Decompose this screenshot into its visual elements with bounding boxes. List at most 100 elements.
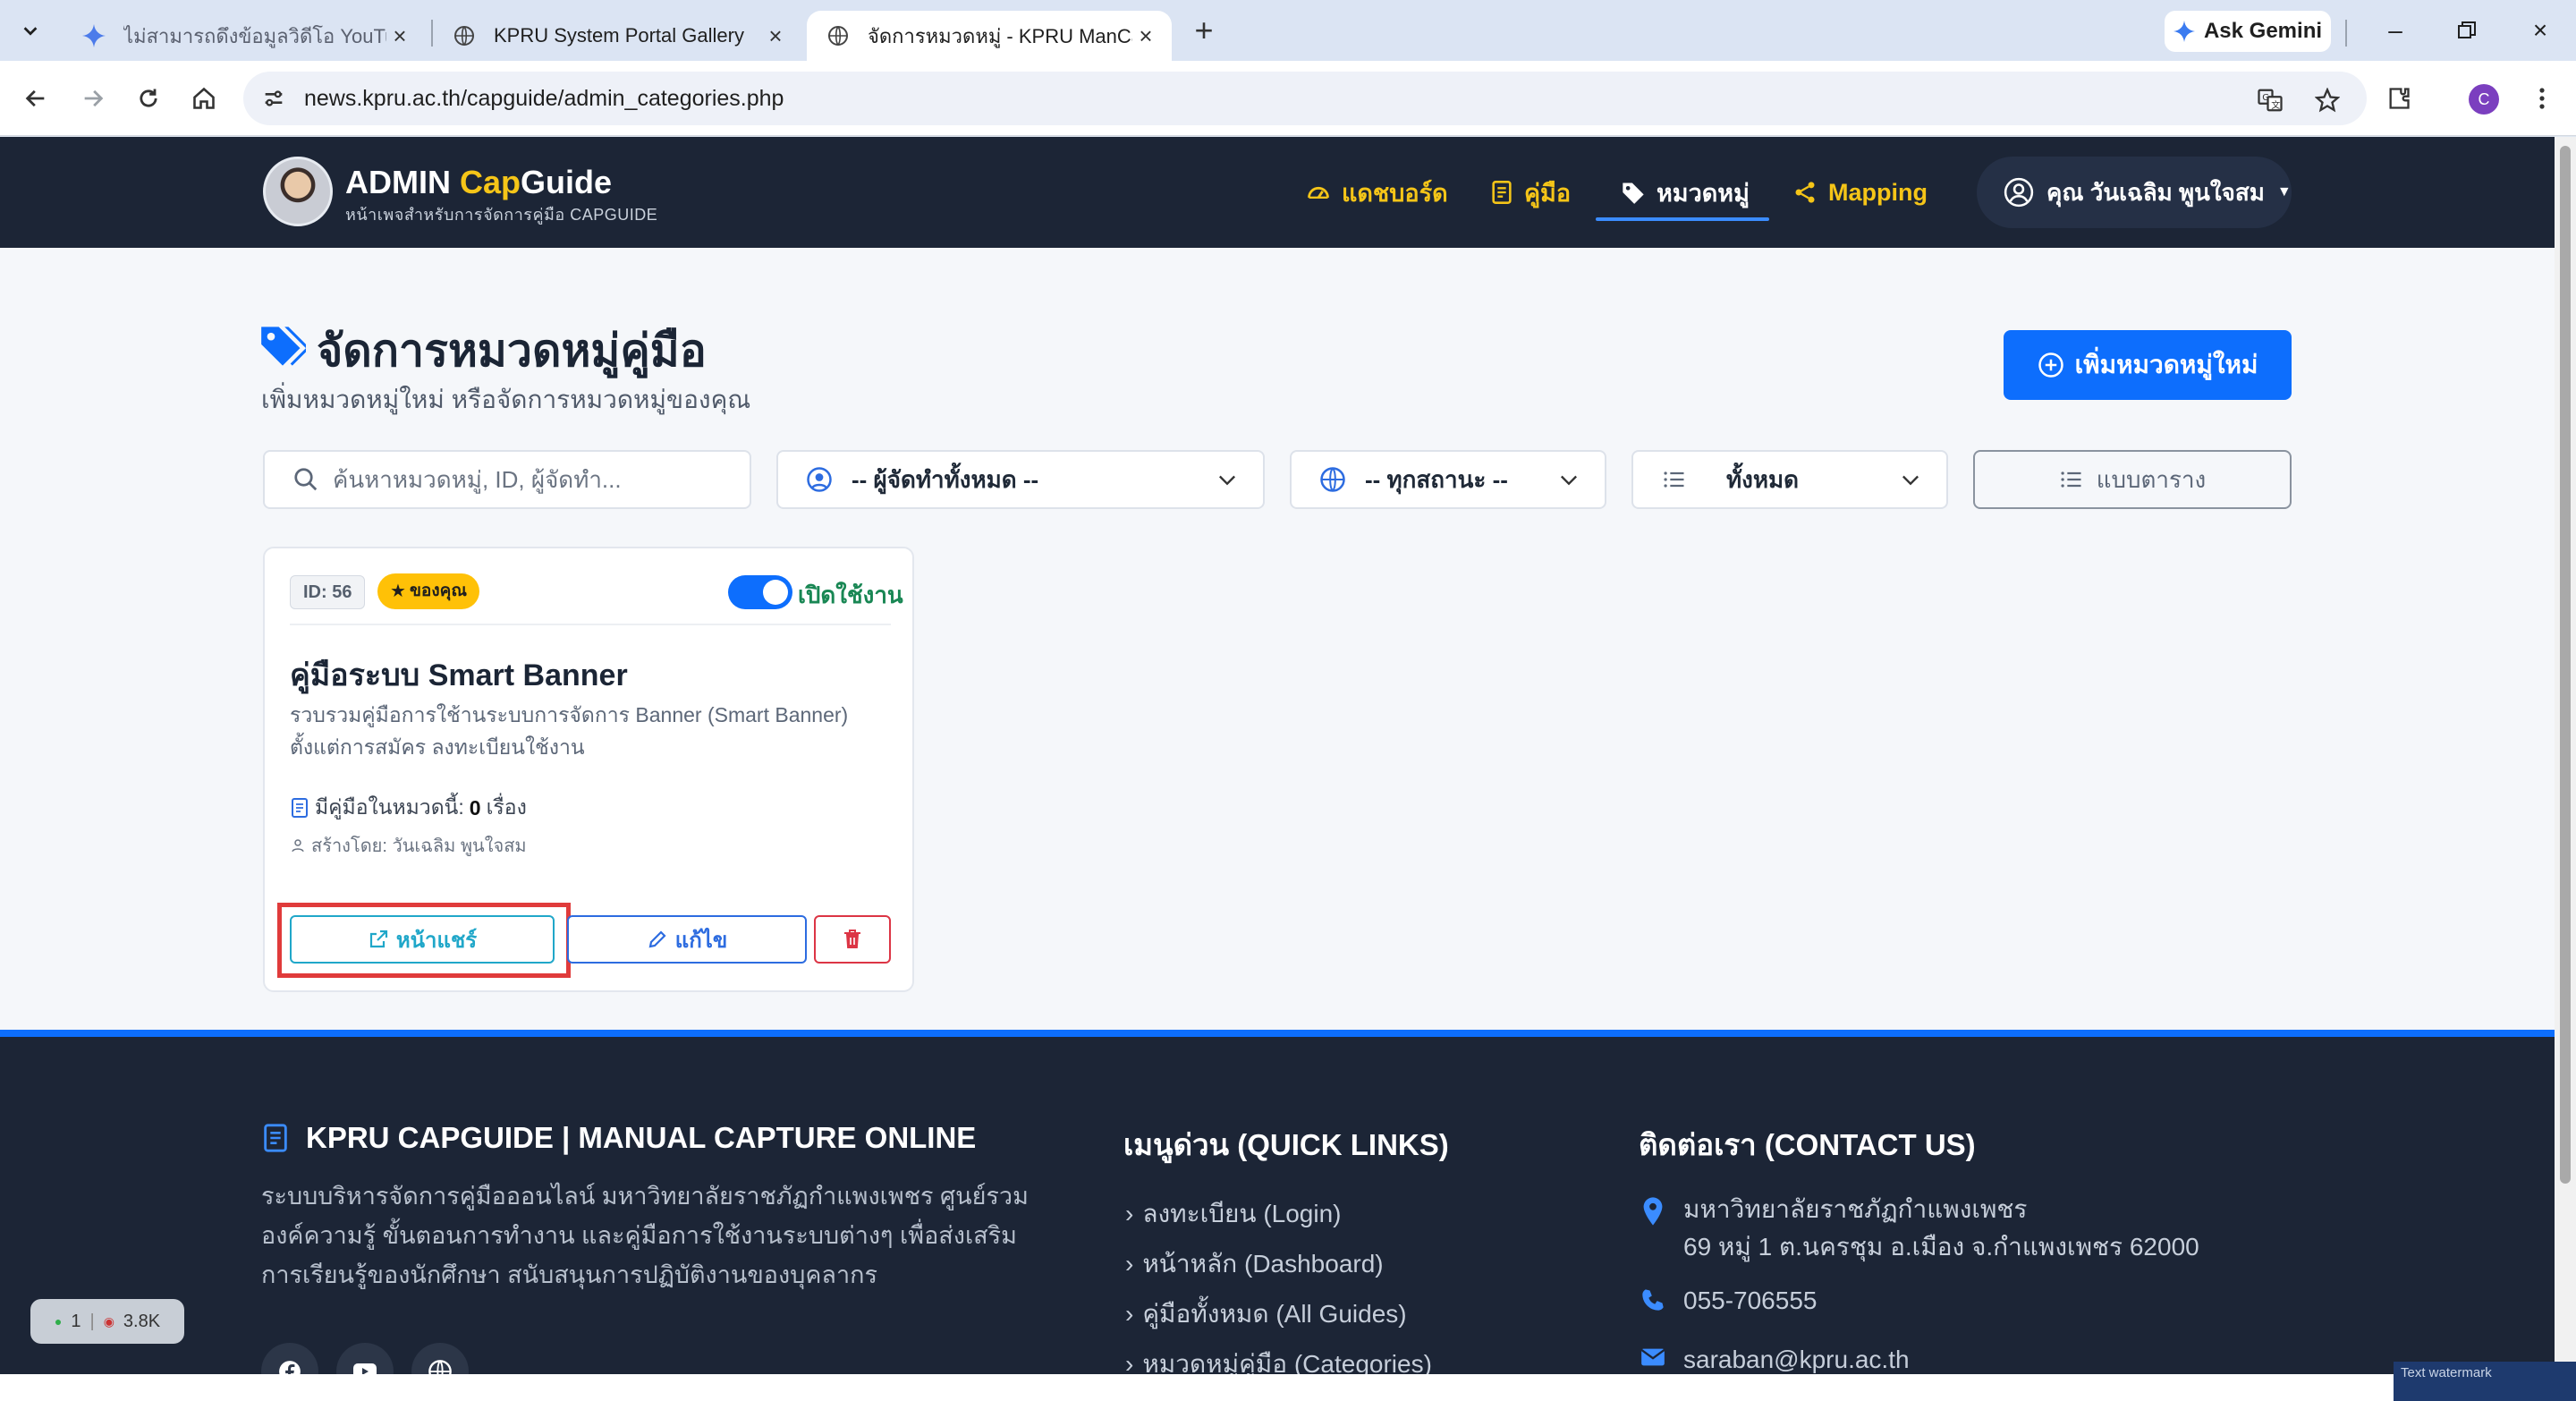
tab-title: ไม่สามารถดึงข้อมูลวิดีโอ YouTube - <box>123 24 386 47</box>
views-eye-icon: ◉ <box>103 1313 114 1329</box>
close-tab-icon[interactable]: × <box>386 22 413 49</box>
star-icon: ★ <box>390 582 406 601</box>
footer-about-title-text: KPRU CAPGUIDE | MANUAL CAPTURE ONLINE <box>306 1121 977 1154</box>
edit-button[interactable]: แก้ไข <box>567 915 807 964</box>
close-tab-icon[interactable]: × <box>762 22 789 49</box>
nav-manuals[interactable]: คู่มือ <box>1490 137 1571 248</box>
footer-link-dashboard[interactable]: › หน้าหลัก (Dashboard) <box>1125 1244 1384 1284</box>
restore-icon[interactable] <box>2447 13 2487 48</box>
globe-icon <box>453 24 476 47</box>
address-line-2: 69 หมู่ 1 ต.นครชุม อ.เมือง จ.กำแพงเพชร 6… <box>1683 1233 2199 1261</box>
share-page-label: หน้าแชร์ <box>395 928 478 953</box>
globe-icon <box>1318 465 1347 494</box>
envelope-icon <box>1639 1341 1667 1379</box>
footer-contact-title: ติดต่อเรา (CONTACT US) <box>1639 1128 1976 1161</box>
chevron-right-icon: › <box>1125 1200 1134 1227</box>
share-page-button[interactable]: หน้าแชร์ <box>290 915 555 964</box>
site-info-icon[interactable] <box>261 86 286 111</box>
profile-avatar[interactable]: C <box>2469 84 2499 115</box>
category-title: คู่มือระบบ Smart Banner <box>290 658 628 692</box>
address-line-1: มหาวิทยาลัยราชภัฏกำแพงเพชร <box>1683 1195 2028 1223</box>
page-subtitle: เพิ่มหมวดหมู่ใหม่ หรือจัดการหมวดหมู่ของค… <box>261 386 751 413</box>
reload-icon[interactable] <box>129 79 168 118</box>
footer-about-title: KPRU CAPGUIDE | MANUAL CAPTURE ONLINE <box>261 1121 976 1155</box>
nav-categories[interactable]: หมวดหมู่ <box>1621 137 1750 248</box>
tag-icon <box>1623 183 1644 204</box>
visitor-stats-widget[interactable]: ● 1 | ◉ 3.8K <box>30 1299 184 1344</box>
edit-label: แก้ไข <box>674 928 728 953</box>
manual-count: มีคู่มือในหมวดนี้: 0 เรื่อง <box>290 792 527 824</box>
browser-tab-youtube[interactable]: ไม่สามารถดึงข้อมูลวิดีโอ YouTube - × <box>63 11 426 61</box>
count-filter-select[interactable]: ทั้งหมด <box>1631 450 1948 509</box>
svg-text:G: G <box>2262 93 2269 103</box>
brand-title-part: ADMIN <box>345 164 460 200</box>
tab-title: KPRU System Portal Gallery <box>494 24 744 47</box>
svg-text:文: 文 <box>2271 99 2280 111</box>
external-link-icon <box>369 930 387 948</box>
footer-link-guides[interactable]: › คู่มือทั้งหมด (All Guides) <box>1125 1295 1407 1334</box>
owner-filter-value: -- ผู้จัดทำทั้งหมด -- <box>852 465 1039 493</box>
nav-label: Mapping <box>1828 178 1928 206</box>
status-filter-select[interactable]: -- ทุกสถานะ -- <box>1290 450 1606 509</box>
browser-tab-gallery[interactable]: KPRU System Portal Gallery × <box>433 11 801 61</box>
add-category-label: เพิ่มหมวดหมู่ใหม่ <box>2074 351 2258 378</box>
translate-icon[interactable]: G文 <box>2256 86 2284 115</box>
footer-email[interactable]: saraban@kpru.ac.th <box>1639 1341 1910 1379</box>
table-view-button[interactable]: แบบตาราง <box>1973 450 2292 509</box>
search-input[interactable]: ค้นหาหมวดหมู่, ID, ผู้จัดทำ... <box>263 450 751 509</box>
bookmark-star-icon[interactable] <box>2313 86 2342 115</box>
brand-subtitle: หน้าเพจสำหรับการจัดการคู่มือ CAPGUIDE <box>345 206 658 224</box>
new-tab-button[interactable]: + <box>1186 12 1222 48</box>
globe-icon <box>826 24 850 47</box>
user-icon <box>292 839 304 853</box>
page-title: จัดการหมวดหมู่คู่มือ <box>317 326 707 376</box>
admin-avatar <box>263 157 333 226</box>
page-scrollbar[interactable] <box>2555 137 2576 1374</box>
manual-icon <box>264 1124 287 1152</box>
tags-icon <box>261 327 306 366</box>
add-category-button[interactable]: เพิ่มหมวดหมู่ใหม่ <box>2004 330 2292 400</box>
brand-title[interactable]: ADMIN CapGuide <box>345 164 612 201</box>
footer-phone[interactable]: 055-706555 <box>1639 1282 1817 1320</box>
owner-filter-select[interactable]: -- ผู้จัดทำทั้งหมด -- <box>776 450 1265 509</box>
brand-title-accent: Cap <box>460 164 521 200</box>
nav-label: คู่มือ <box>1524 179 1572 207</box>
site-footer: KPRU CAPGUIDE | MANUAL CAPTURE ONLINE ระ… <box>0 1030 2555 1400</box>
status-filter-value: -- ทุกสถานะ -- <box>1365 465 1508 493</box>
back-icon[interactable] <box>16 79 55 118</box>
tab-title: จัดการหมวดหมู่ - KPRU ManCap <box>868 24 1132 47</box>
forward-icon[interactable] <box>73 79 113 118</box>
list-icon <box>2061 471 2081 488</box>
views-count: 3.8K <box>123 1311 161 1331</box>
home-icon[interactable] <box>184 79 224 118</box>
footer-link-label: คู่มือทั้งหมด (All Guides) <box>1142 1300 1407 1328</box>
close-window-icon[interactable]: × <box>2521 13 2560 48</box>
pencil-icon <box>648 930 666 948</box>
active-nav-indicator <box>1596 217 1769 221</box>
footer-link-login[interactable]: › ลงทะเบียน (Login) <box>1125 1194 1341 1234</box>
delete-button[interactable] <box>814 915 891 964</box>
table-view-label: แบบตาราง <box>2096 465 2207 493</box>
scrollbar-thumb[interactable] <box>2560 146 2571 1184</box>
minimize-icon[interactable]: – <box>2376 13 2415 48</box>
share-icon <box>1795 182 1815 203</box>
tab-search-button[interactable] <box>11 13 50 48</box>
close-tab-icon[interactable]: × <box>1132 22 1159 49</box>
footer-link-label: หน้าหลัก (Dashboard) <box>1142 1250 1384 1278</box>
extensions-icon[interactable] <box>2379 79 2419 118</box>
nav-mapping[interactable]: Mapping <box>1792 137 1928 248</box>
browser-toolbar: news.kpru.ac.th/capguide/admin_categorie… <box>0 61 2576 136</box>
phone-number: 055-706555 <box>1683 1286 1818 1314</box>
card-divider <box>290 624 891 625</box>
address-bar[interactable]: news.kpru.ac.th/capguide/admin_categorie… <box>243 72 2367 125</box>
url-text: news.kpru.ac.th/capguide/admin_categorie… <box>304 86 784 111</box>
gemini-icon <box>82 24 106 47</box>
browser-tab-active[interactable]: จัดการหมวดหมู่ - KPRU ManCap × <box>807 11 1172 61</box>
footer-link-label: ลงทะเบียน (Login) <box>1142 1200 1342 1227</box>
plus-circle-icon <box>2038 352 2063 378</box>
user-menu-dropdown[interactable]: คุณ วันเฉลิม พูนใจสม ▼ <box>1977 157 2292 228</box>
nav-dashboard[interactable]: แดชบอร์ด <box>1306 137 1448 248</box>
ask-gemini-button[interactable]: Ask Gemini <box>2165 11 2331 52</box>
more-menu-icon[interactable] <box>2522 79 2562 118</box>
active-toggle[interactable] <box>728 575 792 609</box>
